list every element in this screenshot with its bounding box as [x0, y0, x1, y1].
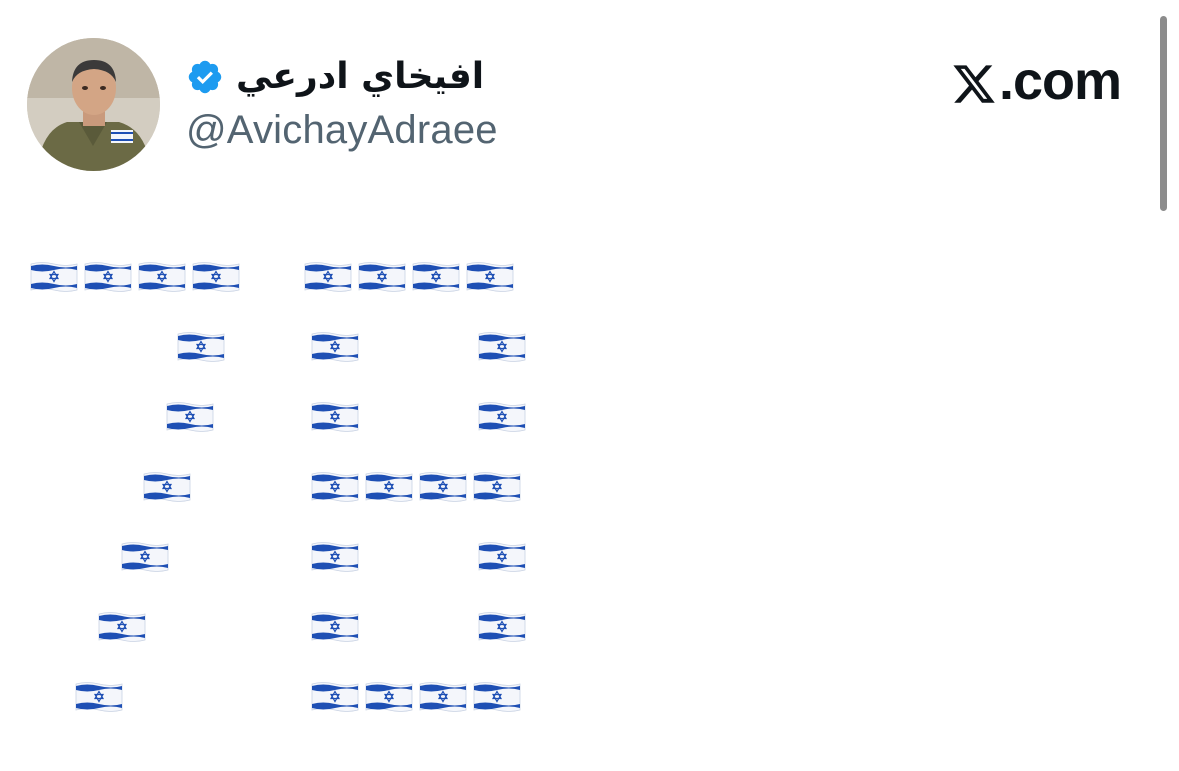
israel-flag-icon — [311, 540, 359, 574]
israel-flag-icon — [75, 680, 123, 714]
israel-flag-icon — [473, 680, 521, 714]
israel-flag-icon — [304, 260, 352, 294]
israel-flag-icon — [311, 610, 359, 644]
israel-flag-icon — [84, 260, 132, 294]
israel-flag-icon — [311, 400, 359, 434]
israel-flag-icon — [478, 540, 526, 574]
israel-flag-icon — [478, 610, 526, 644]
israel-flag-icon — [365, 680, 413, 714]
israel-flag-icon — [311, 680, 359, 714]
israel-flag-icon — [478, 400, 526, 434]
israel-flag-icon — [311, 330, 359, 364]
israel-flag-icon — [478, 330, 526, 364]
israel-flag-icon — [121, 540, 169, 574]
israel-flag-icon — [98, 610, 146, 644]
israel-flag-icon — [473, 470, 521, 504]
x-logo-icon — [951, 58, 997, 104]
brand-label: .com — [998, 51, 1122, 111]
israel-flag-icon — [177, 330, 225, 364]
israel-flag-icon — [143, 470, 191, 504]
israel-flag-icon — [358, 260, 406, 294]
x-brand[interactable]: .com — [951, 50, 1122, 112]
israel-flag-icon — [412, 260, 460, 294]
israel-flag-icon — [30, 260, 78, 294]
israel-flag-icon — [419, 680, 467, 714]
israel-flag-icon — [419, 470, 467, 504]
israel-flag-icon — [365, 470, 413, 504]
scrollbar[interactable] — [1160, 16, 1167, 211]
israel-flag-icon — [466, 260, 514, 294]
israel-flag-icon — [192, 260, 240, 294]
tweet-flag-art — [0, 0, 600, 771]
israel-flag-icon — [138, 260, 186, 294]
israel-flag-icon — [166, 400, 214, 434]
israel-flag-icon — [311, 470, 359, 504]
